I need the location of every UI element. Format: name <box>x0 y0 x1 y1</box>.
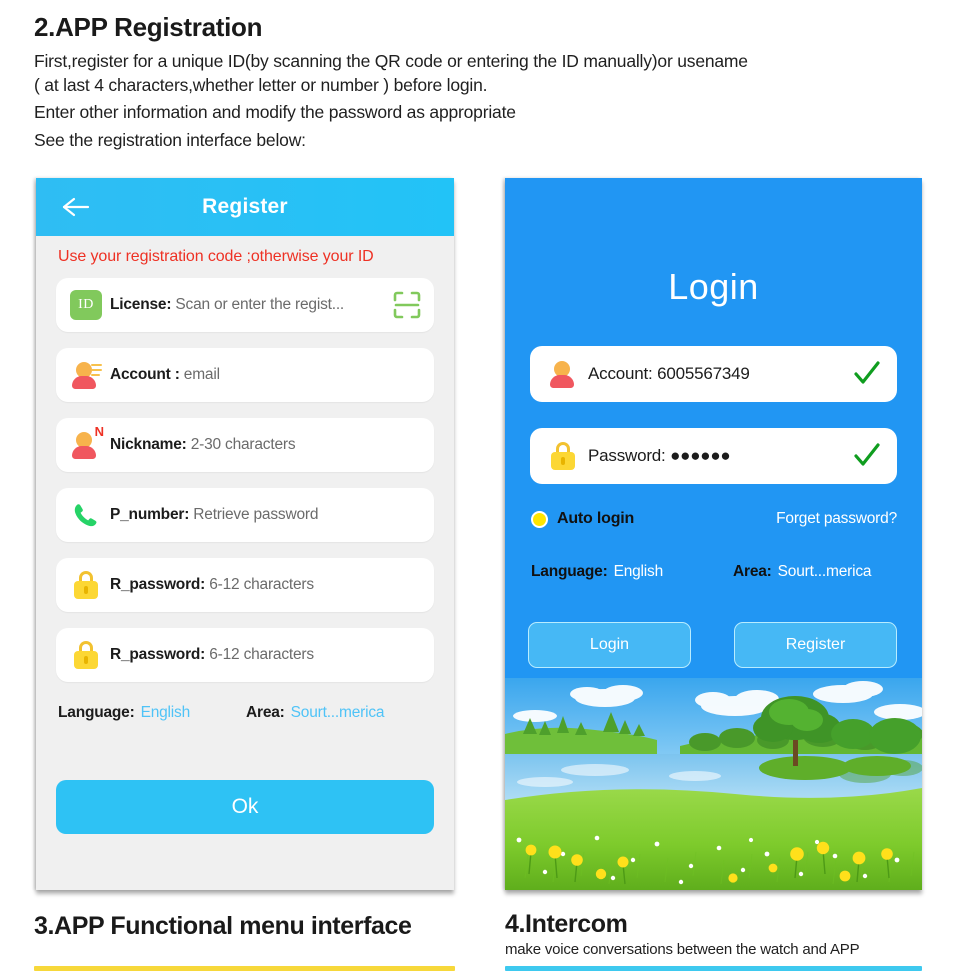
account-person-icon <box>68 357 104 393</box>
id-badge-label: ID <box>70 289 102 320</box>
login-area-value: Sourt...merica <box>777 563 872 580</box>
green-check-icon <box>853 442 881 470</box>
auto-login-toggle[interactable]: Auto login <box>531 510 634 528</box>
intro-line-3: Enter other information and modify the p… <box>34 102 516 123</box>
register-title: Register <box>202 195 288 218</box>
intro-paragraph-1: First,register for a unique ID(by scanni… <box>34 50 924 97</box>
login-area-label: Area: <box>733 563 772 580</box>
nickname-field[interactable]: N Nickname: 2-30 characters <box>56 417 434 472</box>
nickname-field-label: Nickname: <box>110 435 187 453</box>
section-3-divider <box>34 966 455 971</box>
intro-block: 2.APP Registration First,register for a … <box>34 12 924 152</box>
login-language-value: English <box>613 563 664 580</box>
section-4-divider <box>505 966 922 971</box>
auto-login-label: Auto login <box>557 510 635 527</box>
account-field-label: Account : <box>110 365 180 383</box>
intro-line-2: ( at last 4 characters,whether letter or… <box>34 74 488 95</box>
phone-number-field-label: P_number: <box>110 505 190 523</box>
account-person-icon <box>544 356 580 392</box>
register-language-value: English <box>140 703 191 721</box>
back-arrow-icon[interactable] <box>61 196 91 218</box>
phone-handset-icon <box>68 497 104 533</box>
password-field-2-text: R_password: 6-12 characters <box>110 646 314 664</box>
register-app-bar: Register <box>36 178 454 236</box>
account-field[interactable]: Account : email <box>56 347 434 402</box>
password-field-1-value: 6-12 characters <box>209 575 314 593</box>
section-4-subtitle: make voice conversations between the wat… <box>505 940 860 958</box>
login-language-selector[interactable]: Language: English <box>531 563 663 581</box>
password-field-2[interactable]: R_password: 6-12 characters <box>56 627 434 682</box>
register-field-list: ID License: Scan or enter the regist... <box>36 268 454 682</box>
nickname-person-icon: N <box>68 423 104 463</box>
section-4: 4.Intercom make voice conversations betw… <box>505 910 860 958</box>
login-account-value: Account: 6005567349 <box>588 364 750 383</box>
register-area-selector[interactable]: Area: Sourt...merica <box>246 703 385 722</box>
radio-selected-icon <box>531 510 548 528</box>
password-field-1-label: R_password: <box>110 575 206 593</box>
login-screenshot-panel: Login Account: 6005567349 Password: ●●●●… <box>505 178 922 890</box>
account-field-text: Account : email <box>110 366 220 384</box>
phone-number-field[interactable]: P_number: Retrieve password <box>56 487 434 542</box>
login-screen: Login Account: 6005567349 Password: ●●●●… <box>505 178 922 890</box>
green-check-icon <box>853 360 881 388</box>
password-field-2-value: 6-12 characters <box>209 645 314 663</box>
license-field-label: License: <box>110 295 172 313</box>
register-body: Use your registration code ;otherwise yo… <box>36 236 454 890</box>
register-button[interactable]: Register <box>734 622 897 668</box>
section-4-heading: 4.Intercom <box>505 910 628 938</box>
login-background-landscape <box>505 678 922 890</box>
login-account-field[interactable]: Account: 6005567349 <box>530 346 897 402</box>
qr-scan-icon[interactable] <box>392 290 422 320</box>
password-field-1[interactable]: R_password: 6-12 characters <box>56 557 434 612</box>
login-button[interactable]: Login <box>528 622 691 668</box>
login-language-label: Language: <box>531 563 608 580</box>
login-password-value: Password: ●●●●●● <box>588 446 731 465</box>
register-area-label: Area: <box>246 703 285 721</box>
id-badge-icon: ID <box>68 287 104 323</box>
forget-password-link[interactable]: Forget password? <box>776 510 897 528</box>
registration-warning-text: Use your registration code ;otherwise yo… <box>58 248 374 265</box>
lock-icon <box>68 637 104 673</box>
section-3: 3.APP Functional menu interface <box>34 912 412 941</box>
login-password-field[interactable]: Password: ●●●●●● <box>530 428 897 484</box>
register-language-selector[interactable]: Language: English <box>58 704 190 722</box>
register-screenshot-panel: Register Use your registration code ;oth… <box>36 178 454 890</box>
account-field-value: email <box>183 365 220 383</box>
login-language-area-row: Language: English Area: Sourt...merica <box>531 563 897 581</box>
password-field-2-label: R_password: <box>110 645 206 663</box>
lock-icon <box>544 438 580 474</box>
register-language-area-row: Language: English Area: Sourt...merica <box>36 698 454 722</box>
page-root: 2.APP Registration First,register for a … <box>0 0 960 975</box>
password-field-1-text: R_password: 6-12 characters <box>110 576 314 594</box>
lock-icon <box>68 567 104 603</box>
license-field-text: License: Scan or enter the regist... <box>110 296 344 314</box>
login-title: Login <box>668 266 759 307</box>
nickname-field-value: 2-30 characters <box>190 435 296 453</box>
nickname-icon-letter: N <box>94 423 104 439</box>
license-field[interactable]: ID License: Scan or enter the regist... <box>56 277 434 332</box>
register-area-value: Sourt...merica <box>290 703 385 721</box>
phone-number-field-text: P_number: Retrieve password <box>110 506 318 524</box>
intro-line-4: See the registration interface below: <box>34 129 306 150</box>
login-options-row: Auto login Forget password? <box>531 510 897 528</box>
license-field-value: Scan or enter the regist... <box>175 295 345 313</box>
section-3-heading: 3.APP Functional menu interface <box>34 912 412 940</box>
register-ok-button[interactable]: Ok <box>56 780 434 834</box>
register-language-label: Language: <box>58 703 135 721</box>
nickname-field-text: Nickname: 2-30 characters <box>110 435 296 454</box>
login-area-selector[interactable]: Area: Sourt...merica <box>733 563 872 581</box>
intro-line-1: First,register for a unique ID(by scanni… <box>34 51 748 72</box>
page-title: 2.APP Registration <box>34 12 263 42</box>
phone-number-field-value: Retrieve password <box>193 505 319 523</box>
